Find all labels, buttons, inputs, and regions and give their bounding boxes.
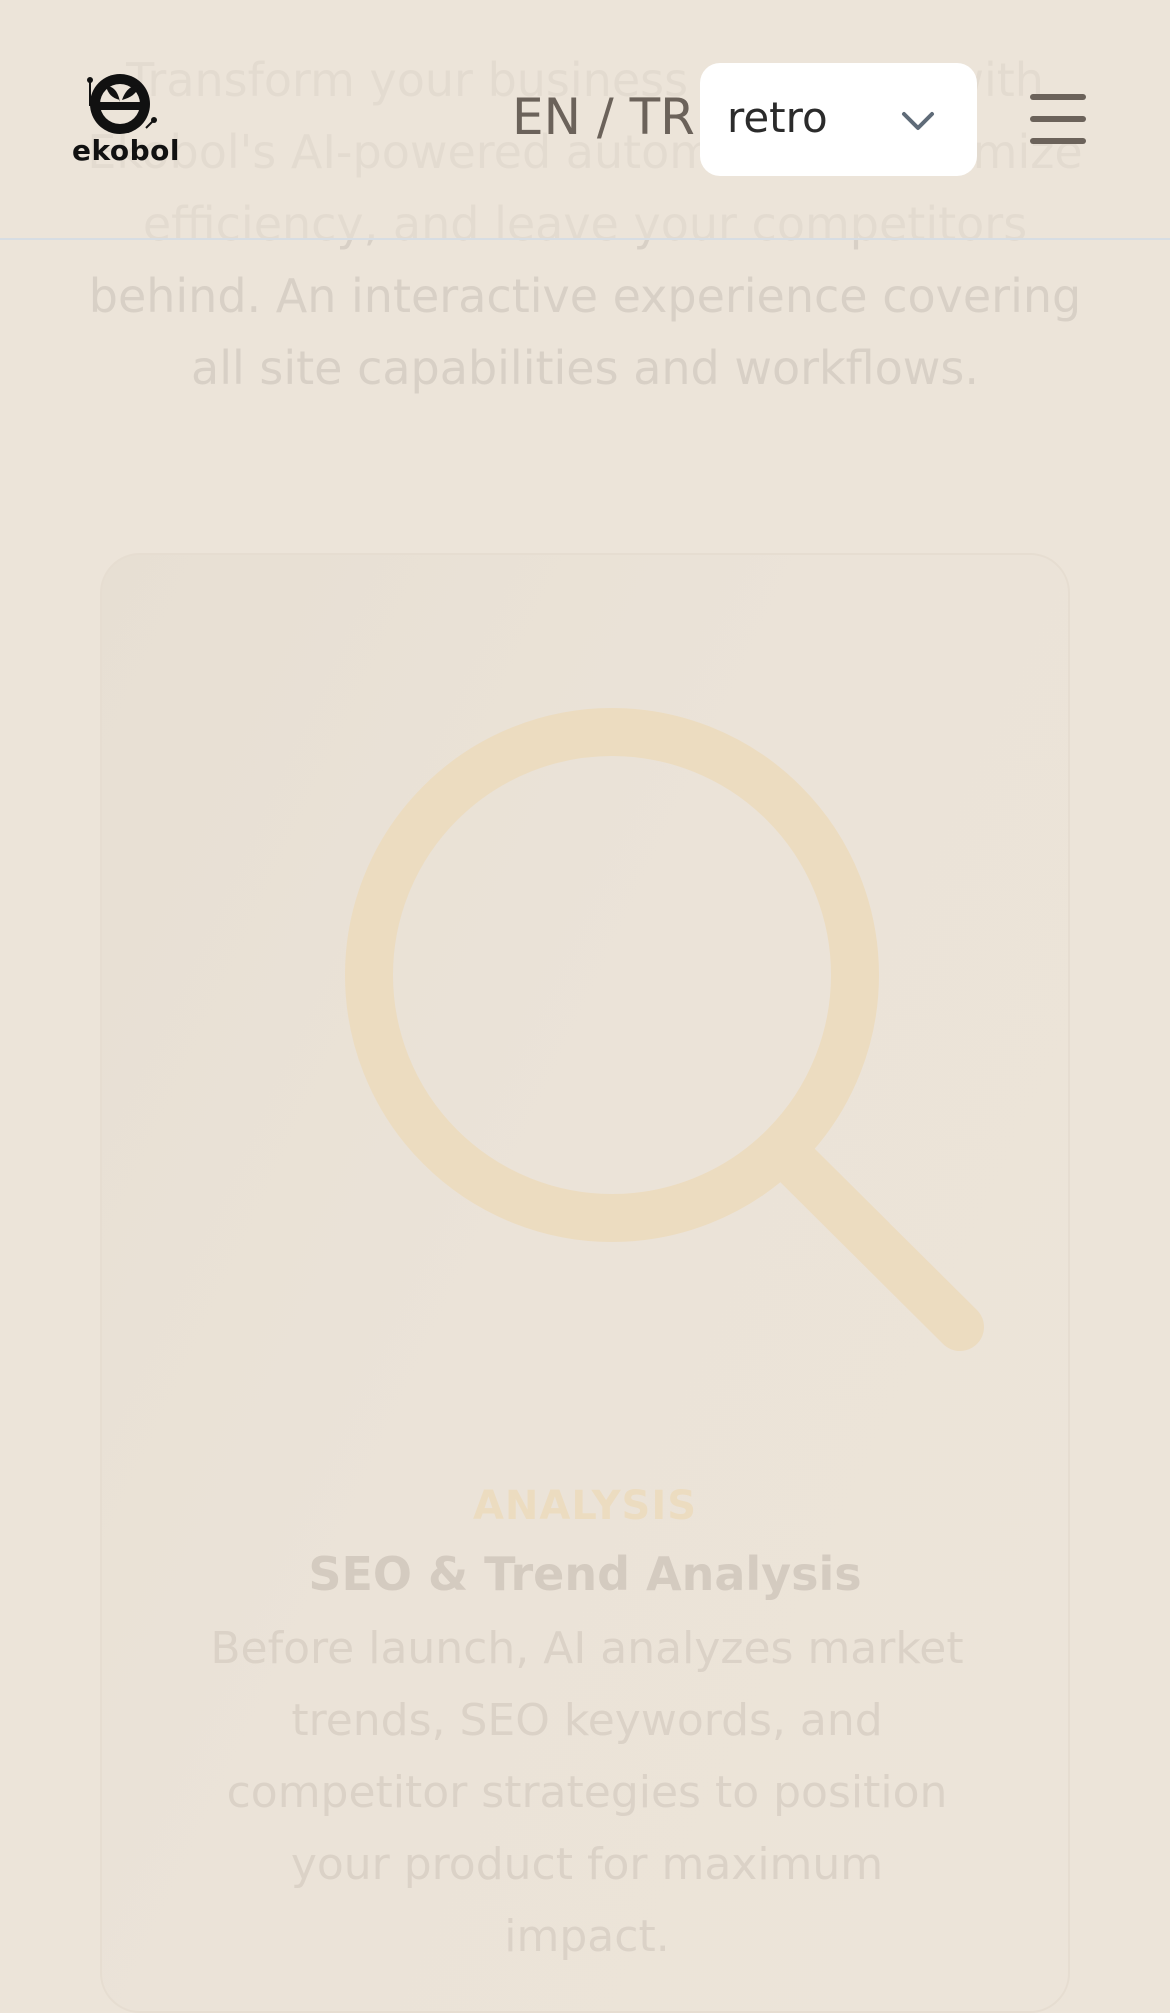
search-icon bbox=[345, 708, 984, 1351]
feature-category: ANALYSIS bbox=[472, 1483, 698, 1529]
feature-title: SEO & Trend Analysis bbox=[308, 1547, 862, 1601]
feature-description: Before launch, AI analyzes market trends… bbox=[210, 1623, 964, 1962]
logo[interactable]: ekobol bbox=[72, 66, 180, 176]
logo-wordmark: ekobol bbox=[72, 134, 180, 167]
theme-select-value: retro bbox=[727, 93, 828, 142]
hamburger-menu-icon[interactable] bbox=[1030, 94, 1090, 146]
logo-mark-icon bbox=[87, 74, 157, 134]
chevron-down-icon bbox=[902, 112, 934, 130]
feature-card: ANALYSIS SEO & Trend Analysis Before lau… bbox=[100, 553, 1070, 2013]
language-toggle[interactable]: EN / TR bbox=[512, 88, 695, 146]
theme-select[interactable]: retro bbox=[700, 63, 977, 176]
site-header: ekobol EN / TR retro bbox=[0, 0, 1170, 240]
